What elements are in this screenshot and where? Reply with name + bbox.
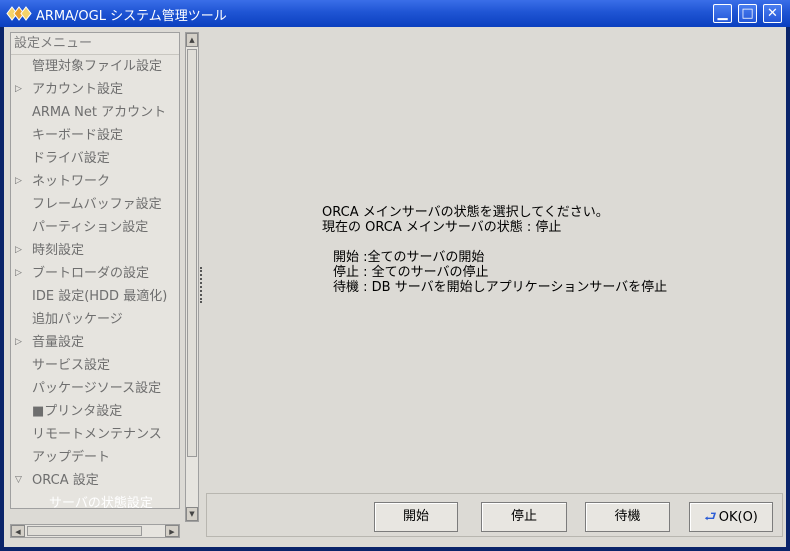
menu-item-services[interactable]: サービス設定 [11, 354, 179, 377]
minimize-button[interactable]: ▁ [713, 4, 732, 23]
menu-item-label: パッケージソース設定 [32, 381, 162, 396]
menu-item-ide[interactable]: IDE 設定(HDD 最適化) [11, 285, 179, 308]
settings-menu-tree[interactable]: 設定メニュー 管理対象ファイル設定 ▷ アカウント設定 ARMA Net アカウン… [10, 32, 180, 509]
expander-icon[interactable]: ▽ [15, 469, 22, 492]
scroll-right-icon[interactable]: ▶ [165, 525, 179, 537]
orca-server-state-description: ORCA メインサーバの状態を選択してください。 現在の ORCA メインサーバ… [322, 205, 667, 295]
expander-icon[interactable]: ▷ [15, 78, 22, 101]
client-area: 設定メニュー 管理対象ファイル設定 ▷ アカウント設定 ARMA Net アカウン… [4, 27, 786, 547]
menu-item-label: ARMA Net アカウント [32, 105, 167, 120]
scroll-left-icon[interactable]: ◀ [11, 525, 25, 537]
menu-item-remote-maintenance[interactable]: リモートメンテナンス [11, 423, 179, 446]
menu-item-label: ■プリンタ設定 [32, 404, 123, 419]
expander-icon[interactable]: ▷ [15, 262, 22, 285]
menu-header: 設定メニュー [11, 33, 179, 55]
menu-item-label: サービス設定 [32, 358, 111, 373]
menu-item-framebuffer[interactable]: フレームバッファ設定 [11, 193, 179, 216]
return-arrow-icon: ⮐ [704, 509, 717, 525]
menu-item-orca[interactable]: ▽ ORCA 設定 [11, 469, 179, 492]
standby-description: 待機 : DB サーバを開始しアプリケーションサーバを停止 [333, 280, 668, 295]
menu-item-label: ORCA 設定 [32, 473, 99, 488]
menu-item-label: ブートローダの設定 [32, 266, 150, 281]
scroll-thumb[interactable] [187, 49, 197, 457]
stop-description: 停止 : 全てのサーバの停止 [333, 265, 489, 280]
app-logo-icon [6, 6, 32, 21]
menu-item-bootloader[interactable]: ▷ ブートローダの設定 [11, 262, 179, 285]
scroll-down-icon[interactable]: ▼ [186, 507, 198, 521]
menu-item-keyboard[interactable]: キーボード設定 [11, 124, 179, 147]
menu-item-printer[interactable]: ■プリンタ設定 [11, 400, 179, 423]
button-panel: 開始 停止 待機 ⮐ OK(O) [206, 493, 783, 537]
menu-item-partition[interactable]: パーティション設定 [11, 216, 179, 239]
menu-item-label: ドライバ設定 [32, 151, 110, 166]
instruction-text: ORCA メインサーバの状態を選択してください。 [322, 205, 609, 220]
menu-item-package-source[interactable]: パッケージソース設定 [11, 377, 179, 400]
menu-item-label: アップデート [32, 450, 111, 465]
menu-item-extra-packages[interactable]: 追加パッケージ [11, 308, 179, 331]
menu-item-volume[interactable]: ▷ 音量設定 [11, 331, 179, 354]
menu-item-label: 音量設定 [32, 335, 85, 350]
menu-item-network[interactable]: ▷ ネットワーク [11, 170, 179, 193]
start-button[interactable]: 開始 [374, 502, 458, 532]
menu-item-label: フレームバッファ設定 [32, 197, 162, 212]
menu-item-label: ネットワーク [32, 174, 111, 189]
expander-icon[interactable]: ▷ [15, 239, 22, 262]
menu-item-arma-net-account[interactable]: ARMA Net アカウント [11, 101, 179, 124]
expander-icon[interactable]: ▷ [15, 170, 22, 193]
close-button[interactable]: ✕ [763, 4, 782, 23]
expander-icon[interactable]: ▷ [15, 331, 22, 354]
menu-item-label: IDE 設定(HDD 最適化) [32, 289, 168, 304]
menu-item-label: リモートメンテナンス [32, 427, 162, 442]
menu-item-account[interactable]: ▷ アカウント設定 [11, 78, 179, 101]
ok-label: OK(O) [718, 510, 758, 525]
menu-item-label: パーティション設定 [32, 220, 149, 235]
horizontal-scrollbar[interactable]: ◀ ▶ [10, 524, 180, 538]
title-bar[interactable]: ARMA/OGL システム管理ツール ▁ □ ✕ [0, 0, 790, 27]
standby-button[interactable]: 待機 [585, 502, 670, 532]
start-description: 開始 :全てのサーバの開始 [333, 250, 485, 265]
menu-item-time[interactable]: ▷ 時刻設定 [11, 239, 179, 262]
ok-button[interactable]: ⮐ OK(O) [689, 502, 773, 532]
current-state-text: 現在の ORCA メインサーバの状態 : 停止 [322, 220, 562, 235]
menu-item-managed-files[interactable]: 管理対象ファイル設定 [11, 55, 179, 78]
window-title: ARMA/OGL システム管理ツール [36, 9, 227, 24]
menu-item-label: アカウント設定 [32, 82, 124, 97]
pane-splitter[interactable] [200, 267, 205, 303]
stop-button[interactable]: 停止 [481, 502, 567, 532]
app-window: ARMA/OGL システム管理ツール ▁ □ ✕ 設定メニュー 管理対象ファイル… [0, 0, 790, 551]
menu-item-label: 追加パッケージ [32, 312, 123, 327]
scroll-up-icon[interactable]: ▲ [186, 33, 198, 47]
vertical-scrollbar[interactable]: ▲ ▼ [185, 32, 199, 522]
menu-item-server-state[interactable]: サーバの状態設定 [11, 492, 179, 508]
menu-item-label: 管理対象ファイル設定 [32, 59, 163, 74]
menu-item-label: 時刻設定 [32, 243, 85, 258]
menu-item-driver[interactable]: ドライバ設定 [11, 147, 179, 170]
scroll-thumb[interactable] [27, 526, 142, 536]
menu-item-update[interactable]: アップデート [11, 446, 179, 469]
maximize-button[interactable]: □ [738, 4, 757, 23]
menu-item-label: キーボード設定 [32, 128, 124, 143]
